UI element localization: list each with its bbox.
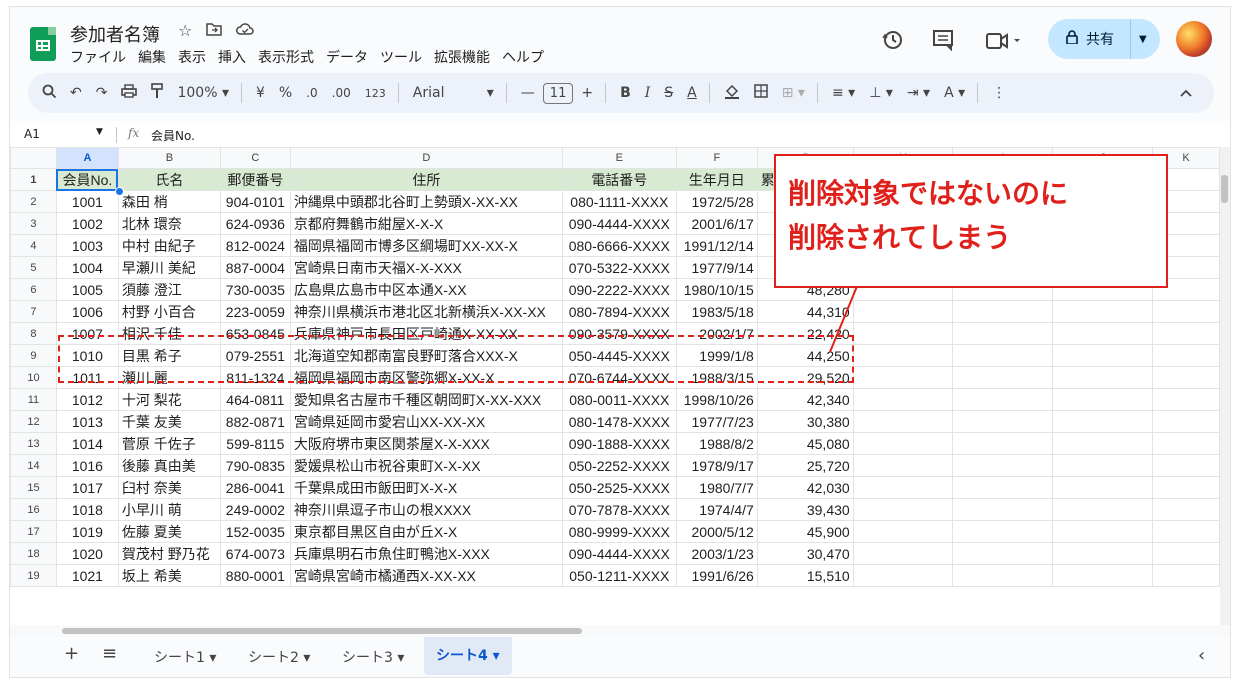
all-sheets-button[interactable]: ≡ [102, 643, 117, 664]
sheet-tab-label: シート1 [154, 650, 205, 666]
annotation-callout: 削除対象ではないのに 削除されてしまう [774, 154, 1168, 288]
app-window: 参加者名簿 ☆ ファイル 編集 表示 挿入 表示形式 データ ツール 拡張機能 … [9, 6, 1231, 678]
sheet-nav-icon[interactable]: ‹ [1198, 645, 1205, 666]
sheet-tab-label: シート4 [436, 648, 488, 664]
add-sheet-button[interactable]: + [64, 643, 79, 664]
callout-line2: 削除されてしまう [788, 221, 1012, 254]
sheet-tab-3[interactable]: シート3 ▾ [342, 647, 404, 667]
vertical-scroll-thumb[interactable] [1221, 175, 1228, 203]
sheet-tab-4[interactable]: シート4 ▾ [424, 637, 512, 675]
callout-line1: 削除対象ではないのに [788, 177, 1069, 210]
sheet-tab-2[interactable]: シート2 ▾ [248, 647, 310, 667]
sheet-tab-label: シート3 [342, 650, 393, 666]
horizontal-scroll-thumb[interactable] [62, 628, 582, 634]
callout-pointer [829, 278, 861, 353]
horizontal-scrollbar[interactable] [10, 625, 1230, 637]
vertical-scrollbar[interactable] [1220, 147, 1230, 625]
sheet-tab-label: シート2 [248, 650, 299, 666]
sheet-tab-bar: + ≡ シート1 ▾ シート2 ▾ シート3 ▾ シート4 ▾ ‹ [10, 637, 1230, 677]
sheet-tab-1[interactable]: シート1 ▾ [154, 647, 216, 667]
